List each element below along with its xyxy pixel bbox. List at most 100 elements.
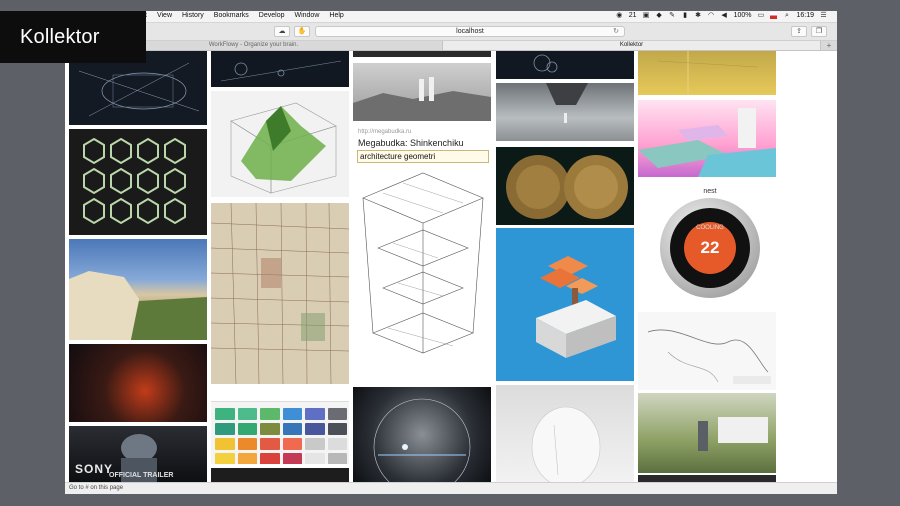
trailer-caption: OFFICIAL TRAILER bbox=[109, 472, 174, 479]
mic-icon[interactable]: ▮ bbox=[682, 12, 689, 19]
color-swatch bbox=[327, 408, 347, 420]
image-tile-nest-thermostat[interactable]: COOLING 22 nest bbox=[638, 182, 776, 307]
battery-icon[interactable]: ▭ bbox=[757, 12, 765, 19]
exploded-maze-drawing bbox=[362, 172, 484, 354]
image-tile-pink-city[interactable] bbox=[638, 100, 776, 177]
pink-city bbox=[638, 108, 776, 177]
browser-status-bar: Go to # on this page bbox=[65, 482, 837, 494]
image-tile-circles[interactable] bbox=[496, 51, 634, 79]
image-tile-rocks[interactable] bbox=[496, 147, 634, 225]
share-icon: ⇪ bbox=[796, 28, 802, 35]
image-tile-circuit[interactable] bbox=[211, 51, 349, 87]
record-icon[interactable]: ◉ bbox=[616, 12, 623, 19]
menu-item-bookmarks[interactable]: Bookmarks bbox=[214, 12, 249, 19]
vpn-icon[interactable]: ▣ bbox=[643, 12, 650, 19]
note-source-url[interactable]: http://megabudka.ru bbox=[358, 129, 411, 135]
menu-item-history[interactable]: History bbox=[182, 12, 204, 19]
color-swatch bbox=[215, 408, 235, 420]
monolith-scene bbox=[546, 83, 588, 123]
thermostat-face: COOLING 22 bbox=[670, 208, 750, 288]
nest-logo: nest bbox=[703, 188, 717, 195]
color-swatch bbox=[282, 408, 302, 420]
color-swatch bbox=[282, 423, 302, 435]
image-tile-figures[interactable] bbox=[353, 63, 491, 121]
dropbox-icon[interactable]: ◆ bbox=[656, 12, 663, 19]
robot-street bbox=[698, 417, 768, 451]
volume-icon[interactable]: ◀ bbox=[721, 12, 728, 19]
color-swatch bbox=[215, 423, 235, 435]
color-swatch bbox=[237, 453, 257, 464]
color-swatch bbox=[305, 453, 325, 464]
scope-screen bbox=[373, 398, 471, 482]
menu-item-help[interactable]: Help bbox=[329, 12, 343, 19]
circuit-drawing bbox=[220, 60, 342, 82]
image-tile-dark[interactable] bbox=[211, 468, 349, 482]
bluetooth-icon[interactable]: ✱ bbox=[695, 12, 702, 19]
address-text: localhost bbox=[456, 28, 484, 35]
image-tile-top-dark[interactable] bbox=[353, 51, 491, 57]
color-swatch bbox=[305, 438, 325, 450]
hex-pattern bbox=[83, 137, 186, 225]
image-tile-color-palette[interactable] bbox=[211, 388, 349, 464]
color-swatch bbox=[260, 408, 280, 420]
icloud-tabs-button[interactable]: ☁ bbox=[274, 26, 290, 37]
color-swatch bbox=[282, 438, 302, 450]
thermostat-ring: COOLING 22 nest bbox=[660, 188, 760, 298]
image-tile-hex-pattern[interactable] bbox=[69, 129, 207, 235]
head-sculpture bbox=[531, 406, 601, 482]
image-tile-yellow-field[interactable] bbox=[638, 51, 776, 95]
menu-item-view[interactable]: View bbox=[157, 12, 172, 19]
menu-item-develop[interactable]: Develop bbox=[259, 12, 285, 19]
menu-item-window[interactable]: Window bbox=[294, 12, 319, 19]
reload-icon[interactable]: ↻ bbox=[613, 27, 619, 36]
image-tile-game-scene[interactable] bbox=[69, 344, 207, 422]
color-palette-grid bbox=[215, 408, 347, 464]
image-tile-cliffs[interactable] bbox=[69, 239, 207, 340]
note-title: Megabudka: Shinkenchiku bbox=[358, 138, 464, 148]
color-swatch bbox=[305, 423, 325, 435]
color-swatch bbox=[260, 438, 280, 450]
cliffs-landscape bbox=[69, 271, 207, 340]
slide-title: Kollektor bbox=[0, 11, 146, 63]
thermostat-display: COOLING 22 bbox=[684, 222, 736, 274]
clock[interactable]: 16:19 bbox=[796, 12, 814, 19]
image-tile-head-sculpture[interactable] bbox=[496, 385, 634, 482]
tag-input[interactable]: architecture geometri bbox=[357, 150, 489, 163]
image-tile-robot-street[interactable] bbox=[638, 393, 776, 473]
notification-count[interactable]: 21 bbox=[629, 12, 637, 19]
spotlight-icon[interactable]: ⌕ bbox=[783, 12, 790, 19]
evernote-icon[interactable]: ✎ bbox=[669, 12, 676, 19]
image-tile-bottom-dark[interactable] bbox=[638, 475, 776, 482]
color-swatch bbox=[215, 453, 235, 464]
wifi-icon[interactable]: ◠ bbox=[708, 12, 715, 19]
pencil-sketch bbox=[647, 329, 771, 384]
tab-kollektor[interactable]: Kollektor bbox=[443, 41, 821, 50]
isometric-tree-scene bbox=[536, 256, 616, 358]
color-swatch bbox=[260, 423, 280, 435]
image-tile-scope[interactable] bbox=[353, 387, 491, 482]
show-tabs-button[interactable]: ❐ bbox=[811, 26, 827, 37]
thermostat-mode: COOLING bbox=[696, 225, 724, 231]
battery-percentage[interactable]: 100% bbox=[734, 12, 752, 19]
share-button[interactable]: ⇪ bbox=[791, 26, 807, 37]
saved-note-card[interactable]: http://megabudka.ru Megabudka: Shinkench… bbox=[353, 123, 491, 383]
image-tile-monument-valley[interactable] bbox=[496, 228, 634, 381]
tab-bar: WorkFlowy - Organize your brain. Kollekt… bbox=[65, 41, 837, 51]
language-flag-icon[interactable] bbox=[770, 12, 778, 19]
image-tile-trailer[interactable]: SONY OFFICIAL TRAILER bbox=[69, 426, 207, 482]
color-swatch bbox=[237, 423, 257, 435]
browser-toolbar: ☁ ✋ localhost ↻ ⇪ ❐ bbox=[65, 23, 837, 41]
sony-logo: SONY bbox=[75, 462, 114, 476]
notification-center-icon[interactable]: ☰ bbox=[820, 12, 827, 19]
city-map bbox=[211, 203, 349, 384]
hand-icon: ✋ bbox=[297, 28, 307, 35]
color-swatch bbox=[327, 453, 347, 464]
image-tile-city-map[interactable] bbox=[211, 203, 349, 384]
address-bar[interactable]: localhost ↻ bbox=[315, 26, 625, 37]
image-tile-monolith[interactable] bbox=[496, 83, 634, 141]
extension-button[interactable]: ✋ bbox=[294, 26, 310, 37]
image-tile-sketch[interactable] bbox=[638, 312, 776, 390]
color-swatch bbox=[327, 423, 347, 435]
image-tile-terrain-cube[interactable] bbox=[211, 91, 349, 197]
new-tab-button[interactable]: + bbox=[821, 41, 837, 50]
